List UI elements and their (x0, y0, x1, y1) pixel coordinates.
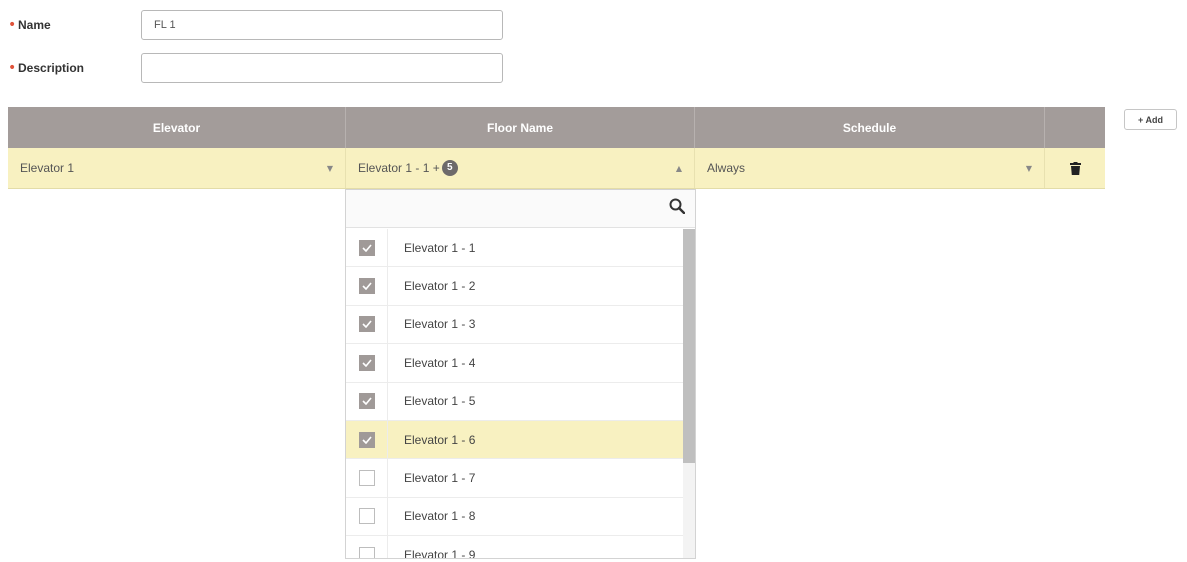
floor-option-label: Elevator 1 - 6 (404, 432, 476, 447)
checkbox-cell (346, 305, 388, 344)
table-row: Elevator 1 ▼ Elevator 1 - 1 + 5 ▲ Always… (8, 148, 1105, 189)
chevron-down-icon: ▼ (326, 163, 333, 173)
schedule-select[interactable]: Always ▼ (695, 148, 1045, 188)
checkbox-cell (346, 344, 388, 382)
check-icon (361, 320, 372, 329)
floor-option[interactable]: Elevator 1 - 4 (346, 344, 683, 383)
trash-icon[interactable] (1057, 161, 1093, 175)
description-field-row: • Description (8, 53, 503, 83)
checkbox-cell (346, 536, 388, 558)
chevron-down-icon: ▼ (1025, 163, 1032, 173)
floor-option-checkbox[interactable] (358, 239, 375, 256)
floor-name-first: Elevator 1 - 1 + (358, 161, 440, 175)
selected-count-badge: 5 (441, 160, 458, 176)
floor-option-label: Elevator 1 - 8 (404, 509, 476, 524)
required-marker: • (8, 60, 17, 76)
floor-option[interactable]: Elevator 1 - 7 (346, 459, 683, 498)
required-marker: • (8, 17, 17, 33)
floor-option-label: Elevator 1 - 9 (404, 547, 476, 559)
floor-option-checkbox[interactable] (358, 431, 375, 448)
floor-option[interactable]: Elevator 1 - 2 (346, 267, 683, 306)
header-schedule: Schedule (695, 107, 1045, 148)
scrollbar-thumb[interactable] (683, 229, 695, 463)
name-input[interactable] (141, 10, 503, 40)
floor-option-label: Elevator 1 - 5 (404, 394, 476, 409)
chevron-up-icon: ▲ (675, 163, 682, 173)
header-elevator: Elevator (8, 107, 346, 148)
floor-option[interactable]: Elevator 1 - 8 (346, 497, 683, 537)
floor-option[interactable]: Elevator 1 - 1 (346, 229, 683, 268)
floor-name-select-value: Elevator 1 - 1 + 5 (358, 160, 458, 176)
add-button[interactable]: + Add (1124, 109, 1177, 130)
floor-option-checkbox[interactable] (358, 470, 375, 487)
description-input[interactable] (141, 53, 503, 83)
floor-option-checkbox[interactable] (358, 278, 375, 295)
floor-option-label: Elevator 1 - 7 (404, 471, 476, 486)
description-label: Description (18, 61, 85, 75)
floor-option-checkbox[interactable] (358, 393, 375, 410)
schedule-select-value: Always (707, 161, 746, 175)
elevator-select[interactable]: Elevator 1 ▼ (8, 148, 346, 188)
checkbox-cell (346, 382, 388, 420)
floor-option-label: Elevator 1 - 3 (404, 317, 476, 332)
header-floor-name: Floor Name (346, 107, 695, 148)
row-actions (1045, 148, 1105, 188)
check-icon (361, 436, 372, 444)
check-icon (361, 244, 372, 252)
floor-option-checkbox[interactable] (358, 546, 375, 558)
floor-option[interactable]: Elevator 1 - 5 (346, 382, 683, 421)
dropdown-search[interactable] (346, 190, 695, 228)
floor-option[interactable]: Elevator 1 - 9 (346, 536, 683, 559)
elevator-select-value: Elevator 1 (20, 161, 75, 175)
floor-assignment-table: Elevator Floor Name Schedule Elevator 1 … (8, 107, 1105, 189)
floor-option-checkbox[interactable] (358, 354, 375, 371)
checkbox-cell (346, 420, 388, 459)
check-icon (361, 282, 372, 291)
checkbox-cell (346, 497, 388, 536)
floor-name-select[interactable]: Elevator 1 - 1 + 5 ▲ (346, 148, 695, 188)
search-icon[interactable] (669, 198, 686, 219)
header-actions (1045, 107, 1105, 148)
checkbox-cell (346, 267, 388, 305)
name-label: Name (18, 18, 51, 32)
floor-option-list: Elevator 1 - 1 Elevator 1 - 2 Elevator 1 -… (346, 229, 683, 559)
floor-option-checkbox[interactable] (358, 316, 375, 333)
check-icon (361, 359, 372, 367)
name-field-row: • Name (8, 10, 503, 40)
checkbox-cell (346, 459, 388, 497)
floor-option[interactable]: Elevator 1 - 6 (346, 420, 683, 460)
floor-option-label: Elevator 1 - 4 (404, 355, 476, 370)
floor-option-label: Elevator 1 - 1 (404, 240, 476, 255)
check-icon (361, 397, 372, 406)
checkbox-cell (346, 229, 388, 267)
floor-option[interactable]: Elevator 1 - 3 (346, 305, 683, 345)
table-header: Elevator Floor Name Schedule (8, 107, 1105, 148)
floor-option-checkbox[interactable] (358, 508, 375, 525)
floor-option-label: Elevator 1 - 2 (404, 279, 476, 294)
dropdown-scrollbar[interactable] (683, 229, 695, 558)
floor-name-dropdown: Elevator 1 - 1 Elevator 1 - 2 Elevator 1 -… (345, 189, 696, 559)
